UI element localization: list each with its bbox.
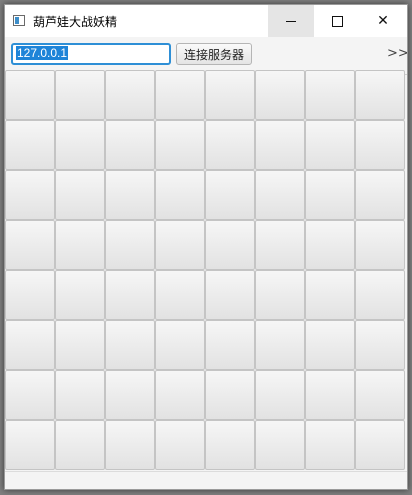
minimize-icon [286,20,296,22]
board-cell[interactable] [355,220,405,270]
board-cell[interactable] [305,220,355,270]
board-cell[interactable] [305,70,355,120]
board-cell[interactable] [355,70,405,120]
board-cell[interactable] [105,420,155,470]
board-cell[interactable] [155,320,205,370]
toolbar-overflow-button[interactable]: >> [387,46,407,61]
board-cell[interactable] [5,70,55,120]
board-cell[interactable] [205,320,255,370]
board-cell[interactable] [55,170,105,220]
board-cell[interactable] [205,370,255,420]
board-cell[interactable] [355,420,405,470]
board-cell[interactable] [205,270,255,320]
board-cell[interactable] [155,70,205,120]
status-bar [5,471,407,489]
board-cell[interactable] [155,370,205,420]
board-cell[interactable] [205,420,255,470]
board-cell[interactable] [5,370,55,420]
board-cell[interactable] [55,370,105,420]
board-cell[interactable] [105,270,155,320]
board-cell[interactable] [5,220,55,270]
board-cell[interactable] [105,170,155,220]
board-cell[interactable] [155,420,205,470]
board-cell[interactable] [355,370,405,420]
board-cell[interactable] [355,320,405,370]
board-cell[interactable] [305,270,355,320]
window-title: 葫芦娃大战妖精 [33,15,118,29]
connect-server-button[interactable]: 连接服务器 [176,43,252,65]
board-cell[interactable] [305,320,355,370]
title-bar[interactable]: 葫芦娃大战妖精 ✕ [5,5,407,37]
board-cell[interactable] [305,120,355,170]
board-cell[interactable] [305,370,355,420]
board-cell[interactable] [105,370,155,420]
maximize-button[interactable] [314,5,360,37]
board-cell[interactable] [205,70,255,120]
board-cell[interactable] [105,220,155,270]
board-cell[interactable] [255,370,305,420]
close-icon: ✕ [377,13,389,29]
board-cell[interactable] [205,220,255,270]
close-button[interactable]: ✕ [360,5,406,37]
board-cell[interactable] [5,320,55,370]
board-cell[interactable] [255,70,305,120]
board-cell[interactable] [5,420,55,470]
game-board [5,70,407,470]
minimize-button[interactable] [268,5,314,37]
board-cell[interactable] [255,170,305,220]
board-cell[interactable] [55,120,105,170]
board-cell[interactable] [155,170,205,220]
app-window: 葫芦娃大战妖精 ✕ 127.0.0.1 连接服务器 >> [4,4,408,490]
board-cell[interactable] [255,120,305,170]
ip-value: 127.0.0.1 [16,46,69,60]
board-cell[interactable] [55,420,105,470]
board-cell[interactable] [305,170,355,220]
board-cell[interactable] [5,170,55,220]
board-cell[interactable] [255,420,305,470]
board-cell[interactable] [55,320,105,370]
board-cell[interactable] [355,170,405,220]
board-cell[interactable] [355,270,405,320]
board-cell[interactable] [5,270,55,320]
app-icon [13,15,25,26]
maximize-icon [331,15,343,27]
board-cell[interactable] [205,170,255,220]
board-cell[interactable] [255,270,305,320]
board-cell[interactable] [105,70,155,120]
board-cell[interactable] [105,320,155,370]
board-cell[interactable] [55,220,105,270]
board-cell[interactable] [5,120,55,170]
board-cell[interactable] [55,70,105,120]
board-cell[interactable] [105,120,155,170]
board-cell[interactable] [205,120,255,170]
board-cell[interactable] [355,120,405,170]
board-cell[interactable] [155,220,205,270]
board-cell[interactable] [55,270,105,320]
server-ip-input[interactable]: 127.0.0.1 [11,43,171,65]
board-cell[interactable] [305,420,355,470]
board-cell[interactable] [155,120,205,170]
board-cell[interactable] [255,220,305,270]
board-cell[interactable] [155,270,205,320]
board-cell[interactable] [255,320,305,370]
